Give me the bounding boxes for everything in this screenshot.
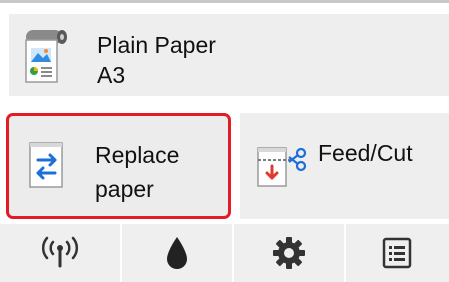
- paper-roll-icon: [23, 26, 69, 84]
- paper-type-label: Plain Paper: [97, 32, 216, 58]
- job-list-button[interactable]: [346, 224, 449, 282]
- replace-paper-button[interactable]: Replace paper: [6, 113, 231, 219]
- feed-cut-button[interactable]: Feed/Cut: [240, 113, 449, 219]
- bottom-toolbar: [0, 224, 449, 282]
- replace-paper-icon: [29, 142, 67, 192]
- network-button[interactable]: [0, 224, 120, 282]
- replace-label-line-1: Replace: [95, 142, 180, 168]
- paper-info-button[interactable]: Plain Paper A3: [9, 14, 449, 96]
- ink-button[interactable]: [122, 224, 232, 282]
- paper-size-label: A3: [97, 62, 126, 88]
- top-divider: [0, 0, 449, 3]
- printer-control-panel: Plain Paper A3 Replace paper Feed/Cut: [0, 0, 449, 282]
- replace-label-line-2: paper: [95, 176, 154, 202]
- feed-cut-icon: [257, 140, 309, 190]
- feed-cut-label: Feed/Cut: [318, 140, 413, 166]
- settings-button[interactable]: [234, 224, 344, 282]
- replace-paper-label: Replace paper: [95, 138, 179, 206]
